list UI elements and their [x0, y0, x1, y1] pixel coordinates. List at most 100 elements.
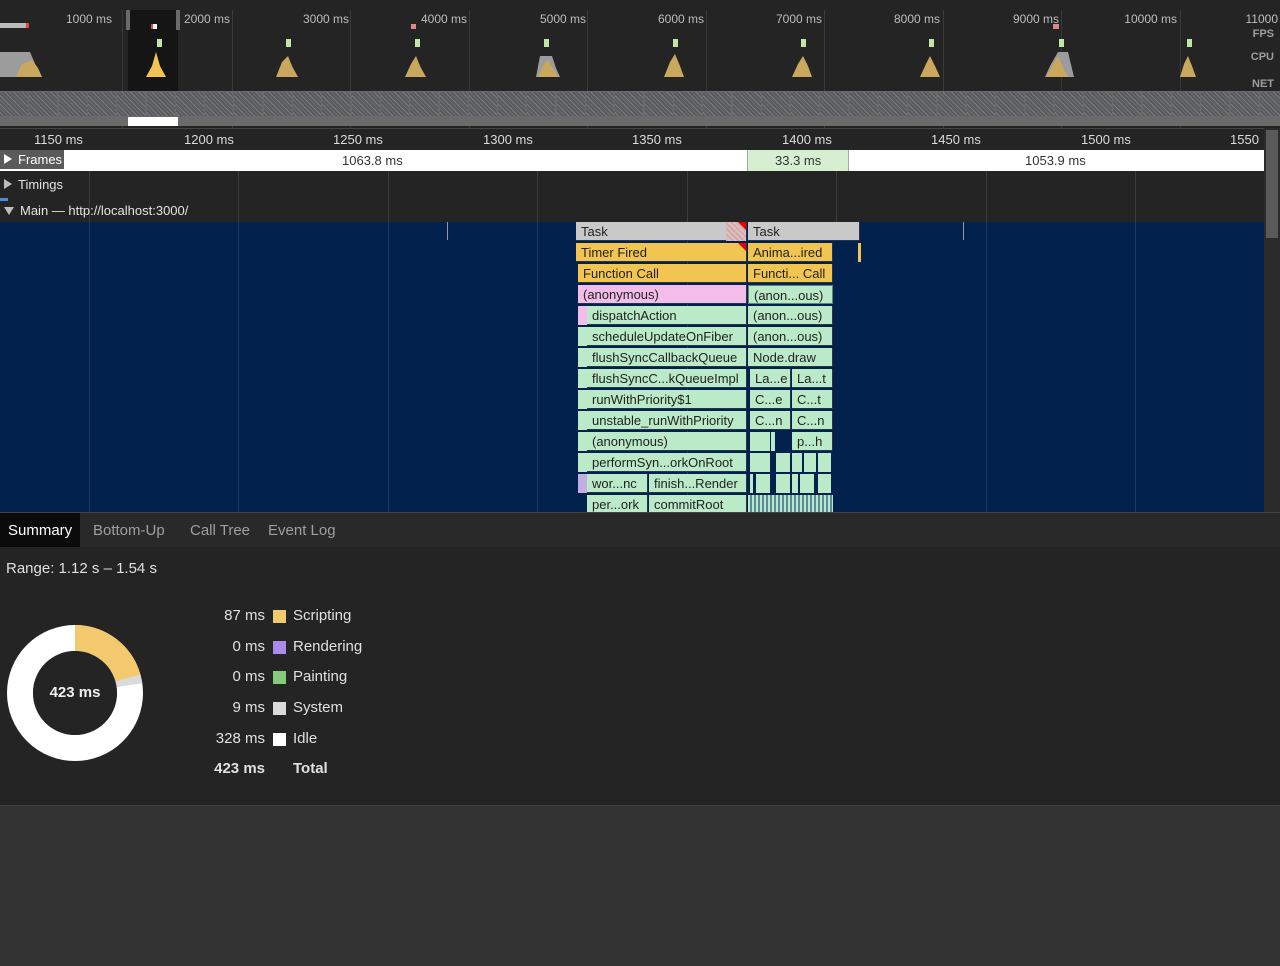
flame-call[interactable]: C...t: [792, 390, 833, 409]
screenshot-thumbnail[interactable]: [1054, 92, 1083, 116]
screenshot-thumbnail[interactable]: [1201, 92, 1230, 116]
flame-timer-fired[interactable]: Timer Fired: [576, 243, 747, 262]
frames-track[interactable]: Frames 1063.8 ms 33.3 ms 1053.9 ms: [0, 150, 1264, 171]
flame-animation-frame-fired[interactable]: Anima...ired: [748, 243, 833, 262]
screenshot-thumbnail[interactable]: [1142, 92, 1171, 116]
flame-perform-sync-work[interactable]: performSyn...orkOnRoot: [587, 453, 747, 472]
flame-layout[interactable]: La...e: [750, 369, 791, 388]
flame-anonymous[interactable]: (anonymous): [578, 285, 747, 304]
flame-work-loop-sync[interactable]: wor...nc: [587, 474, 648, 493]
frame-duration[interactable]: 33.3 ms: [775, 153, 821, 168]
flame-anonymous[interactable]: (anon...ous): [748, 306, 833, 325]
flame-call[interactable]: C...n: [750, 411, 791, 430]
screenshot-thumbnail[interactable]: [87, 92, 116, 116]
legend-swatch: [273, 610, 286, 623]
tab-summary[interactable]: Summary: [0, 513, 81, 548]
screenshot-thumbnail[interactable]: [351, 92, 380, 116]
frames-track-header[interactable]: Frames: [0, 150, 64, 169]
flame-call[interactable]: C...e: [750, 390, 791, 409]
legend-value: 9 ms: [232, 699, 265, 716]
screenshot-thumbnail[interactable]: [703, 92, 732, 116]
screenshot-thumbnail[interactable]: [322, 92, 351, 116]
timings-track-header[interactable]: Timings: [0, 174, 1264, 196]
screenshot-thumbnail[interactable]: [1113, 92, 1142, 116]
screenshot-thumbnail[interactable]: [879, 92, 907, 116]
flame-call[interactable]: p...h: [792, 432, 833, 451]
flame-flush-sync-callback-queue[interactable]: flushSyncCallbackQueue: [587, 348, 747, 367]
tab-call-tree[interactable]: Call Tree: [182, 513, 258, 548]
screenshot-filmstrip[interactable]: [0, 91, 1280, 126]
overview-tick: 4000 ms: [420, 12, 467, 26]
flame-dispatch-action[interactable]: dispatchAction: [587, 306, 747, 325]
flame-layout[interactable]: La...t: [792, 369, 833, 388]
screenshot-thumbnail[interactable]: [761, 92, 790, 116]
screenshot-thumbnail[interactable]: [175, 92, 204, 116]
flame-function-call[interactable]: Functi... Call: [748, 264, 833, 283]
screenshot-thumbnail[interactable]: [937, 92, 966, 116]
screenshot-thumbnail[interactable]: [644, 92, 673, 116]
main-thread-flame-chart[interactable]: Task Task Timer Fired Anima...ired Funct…: [0, 222, 1264, 512]
timeline-overview[interactable]: 1000 ms 2000 ms 3000 ms 4000 ms 5000 ms …: [0, 0, 1280, 128]
flame-anonymous[interactable]: (anon...ous): [748, 285, 833, 304]
screenshot-thumbnail[interactable]: [791, 92, 820, 116]
screenshot-thumbnail[interactable]: [966, 92, 995, 116]
flame-anonymous[interactable]: (anon...ous): [748, 327, 833, 346]
screenshot-thumbnail[interactable]: [996, 92, 1025, 116]
flame-task[interactable]: Task: [576, 222, 747, 241]
screenshot-thumbnail[interactable]: [380, 92, 409, 116]
screenshot-thumbnail[interactable]: [586, 92, 614, 116]
screenshot-thumbnail[interactable]: [908, 92, 937, 116]
screenshot-thumbnail[interactable]: [556, 92, 585, 116]
expand-triangle-icon: [4, 179, 12, 189]
screenshot-thumbnail[interactable]: [1230, 92, 1259, 116]
screenshot-thumbnail[interactable]: [293, 92, 321, 116]
frame-duration[interactable]: 1053.9 ms: [1025, 153, 1086, 168]
screenshot-thumbnail[interactable]: [0, 92, 28, 116]
screenshot-thumbnail[interactable]: [263, 92, 292, 116]
flame-run-with-priority[interactable]: runWithPriority$1: [587, 390, 747, 409]
screenshot-thumbnail[interactable]: [1172, 92, 1200, 116]
screenshot-thumbnail[interactable]: [439, 92, 468, 116]
screenshot-thumbnail[interactable]: [498, 92, 527, 116]
tab-bottom-up[interactable]: Bottom-Up: [85, 513, 173, 548]
screenshot-thumbnail[interactable]: [1025, 92, 1054, 116]
details-tab-bar: Summary Bottom-Up Call Tree Event Log: [0, 512, 1280, 548]
screenshot-thumbnail[interactable]: [1259, 92, 1280, 116]
screenshot-thumbnail[interactable]: [234, 92, 263, 116]
flame-commit-root[interactable]: commitRoot: [649, 495, 747, 512]
tab-event-log[interactable]: Event Log: [260, 513, 344, 548]
legend-swatch: [273, 671, 286, 684]
flame-unstable-run-with-priority[interactable]: unstable_runWithPriority: [587, 411, 747, 430]
screenshot-thumbnail[interactable]: [146, 92, 175, 116]
selection-handle-left[interactable]: [126, 10, 130, 30]
screenshot-thumbnail[interactable]: [673, 92, 702, 116]
legend-value: 87 ms: [224, 607, 265, 624]
selection-handle-right[interactable]: [176, 10, 180, 30]
screenshot-thumbnail[interactable]: [849, 92, 878, 116]
screenshot-thumbnail[interactable]: [1084, 92, 1113, 116]
flame-perform-unit-of-work[interactable]: per...ork: [587, 495, 648, 512]
flame-node-draw[interactable]: Node.draw: [748, 348, 833, 367]
flame-call[interactable]: C...n: [792, 411, 833, 430]
flame-flush-sync-impl[interactable]: flushSyncC...kQueueImpl: [587, 369, 747, 388]
overview-tick: 1000 ms: [65, 12, 112, 26]
frame-duration[interactable]: 1063.8 ms: [342, 153, 403, 168]
screenshot-thumbnail[interactable]: [117, 92, 146, 116]
screenshot-thumbnail[interactable]: [468, 92, 497, 116]
screenshot-thumbnail[interactable]: [732, 92, 761, 116]
overview-tick: 8000 ms: [893, 12, 940, 26]
screenshot-thumbnail[interactable]: [820, 92, 849, 116]
screenshot-thumbnail[interactable]: [29, 92, 58, 116]
screenshot-thumbnail[interactable]: [615, 92, 644, 116]
screenshot-thumbnail[interactable]: [205, 92, 234, 116]
screenshot-thumbnail[interactable]: [410, 92, 439, 116]
screenshot-thumbnail[interactable]: [58, 92, 87, 116]
flame-task[interactable]: Task: [748, 222, 860, 241]
flame-function-call[interactable]: Function Call: [578, 264, 747, 283]
scrollbar-thumb[interactable]: [1266, 130, 1278, 238]
screenshot-thumbnail[interactable]: [527, 92, 556, 116]
flame-finish-render[interactable]: finish...Render: [649, 474, 747, 493]
flame-anonymous[interactable]: (anonymous): [587, 432, 747, 451]
main-track-header[interactable]: Main — http://localhost:3000/: [0, 200, 1264, 222]
flame-schedule-update[interactable]: scheduleUpdateOnFiber: [587, 327, 747, 346]
